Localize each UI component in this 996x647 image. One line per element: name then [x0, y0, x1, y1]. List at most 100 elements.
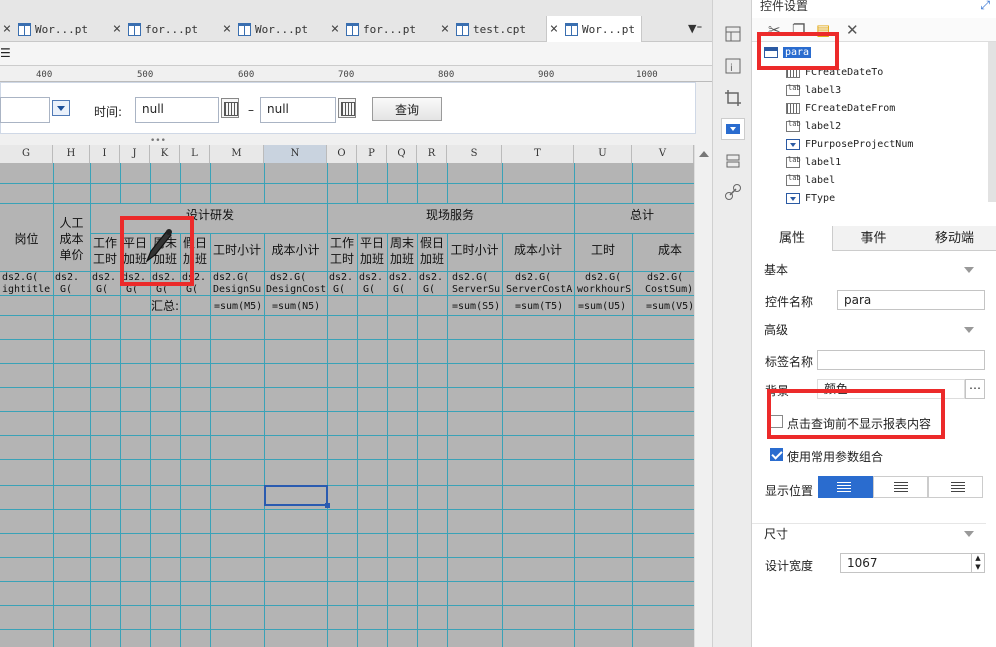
spinner-icon[interactable]: ▲ ▼ — [971, 553, 985, 573]
data-cell[interactable]: ds2.G( — [515, 272, 573, 283]
col-header[interactable]: V — [632, 145, 694, 163]
tab-label: for...pt — [363, 22, 416, 36]
tab-list-menu-icon[interactable]: ▼⁼ — [688, 22, 702, 35]
date-to-input[interactable]: null — [260, 97, 336, 123]
widget-name-field[interactable]: para — [837, 290, 985, 310]
tree-node[interactable]: label2 — [786, 118, 841, 135]
col-header[interactable]: O — [327, 145, 357, 163]
date-from-input[interactable]: null — [135, 97, 219, 123]
tag-name-field[interactable] — [817, 350, 985, 370]
tree-node[interactable]: FCreateDateFrom — [786, 100, 895, 117]
data-cell[interactable]: ds2.G( — [2, 272, 52, 283]
cell-element-icon[interactable]: i — [724, 57, 742, 75]
col-header[interactable]: K — [150, 145, 180, 163]
widget-settings-icon[interactable] — [721, 118, 745, 140]
close-icon[interactable]: × — [547, 21, 561, 37]
more-options-button[interactable]: ⋯ — [965, 379, 985, 399]
sum-cell[interactable]: =sum(T5) — [515, 301, 563, 312]
query-button[interactable]: 查询 — [372, 97, 442, 121]
collapse-arrow-icon — [964, 327, 974, 333]
col-header[interactable]: H — [53, 145, 90, 163]
align-center-button[interactable] — [873, 476, 928, 498]
ruler-mark: 800 — [438, 70, 455, 80]
tab-events[interactable]: 事件 — [833, 226, 914, 251]
header-labor-cost: 人工 成本 单价 — [59, 216, 84, 262]
type-combo-input[interactable] — [0, 97, 50, 123]
tree-node[interactable]: label — [786, 172, 835, 189]
data-cell[interactable]: ds2.G( — [213, 272, 263, 283]
tree-node[interactable]: label1 — [786, 154, 841, 171]
col-header[interactable]: P — [357, 145, 387, 163]
data-cell[interactable]: ds2. — [55, 272, 89, 283]
col-header[interactable]: M — [210, 145, 264, 163]
sum-cell[interactable]: =sum(V5) — [646, 301, 694, 312]
col-header[interactable]: L — [180, 145, 210, 163]
data-cell[interactable]: ds2. — [419, 272, 446, 283]
col-header[interactable]: J — [120, 145, 150, 163]
ruler-toggle-icon[interactable]: ☰ — [0, 46, 11, 60]
close-icon[interactable]: × — [0, 21, 14, 37]
data-cell[interactable]: ds2.G( — [270, 272, 326, 283]
scroll-up-icon[interactable] — [699, 151, 709, 157]
section-basic[interactable]: 基本 — [752, 260, 986, 280]
data-cell[interactable]: ds2. — [92, 272, 119, 283]
tab-3[interactable]: × for...pt — [328, 16, 416, 42]
condition-style-icon[interactable] — [724, 152, 742, 170]
col-header[interactable]: Q — [387, 145, 417, 163]
dropdown-arrow-icon[interactable] — [52, 100, 70, 116]
report-grid[interactable]: G H I J K L M N O P Q R S T U V 设计研发 现场服… — [0, 145, 694, 647]
data-cell[interactable]: ds2.G( — [647, 272, 694, 283]
col-header[interactable]: U — [574, 145, 632, 163]
cell-attribute-icon[interactable] — [724, 25, 742, 43]
close-icon[interactable]: × — [438, 21, 452, 37]
sum-cell[interactable]: =sum(U5) — [578, 301, 626, 312]
col-header[interactable]: I — [90, 145, 120, 163]
data-cell[interactable]: ds2. — [329, 272, 356, 283]
widget-settings-panel: 控件设置 ⤢ ✂ ❐ ▤ ✕ para FCreateDateTo label3… — [752, 0, 996, 647]
report-file-icon — [18, 22, 31, 36]
hyperlink-icon[interactable] — [724, 183, 742, 201]
align-right-button[interactable] — [928, 476, 983, 498]
col-header-selected[interactable]: N — [264, 145, 327, 163]
tab-4[interactable]: × test.cpt — [438, 16, 526, 42]
crop-icon[interactable] — [724, 89, 742, 107]
report-file-icon — [128, 22, 141, 36]
data-cell[interactable]: ds2. — [359, 272, 386, 283]
data-cell[interactable]: ds2.G( — [585, 272, 631, 283]
data-cell[interactable]: ds2. — [389, 272, 416, 283]
sum-cell[interactable]: =sum(M5) — [214, 301, 262, 312]
close-icon[interactable]: × — [110, 21, 124, 37]
vertical-scrollbar[interactable] — [694, 145, 712, 647]
tab-1[interactable]: × for...pt — [110, 16, 198, 42]
tree-node[interactable]: FPurposeProjectNum — [786, 136, 913, 153]
sum-cell[interactable]: =sum(S5) — [452, 301, 500, 312]
data-cell: G( — [363, 284, 376, 295]
col-header[interactable]: S — [447, 145, 502, 163]
selected-cell[interactable] — [264, 485, 330, 508]
design-width-field[interactable]: 1067 — [840, 553, 972, 573]
col-header[interactable]: G — [0, 145, 53, 163]
calendar-icon[interactable] — [338, 98, 356, 118]
data-cell[interactable]: ds2.G( — [452, 272, 501, 283]
section-advanced[interactable]: 高级 — [752, 320, 986, 340]
use-common-params-checkbox[interactable] — [770, 448, 783, 461]
pin-icon[interactable]: ⤢ — [980, 0, 990, 13]
tab-2[interactable]: × Wor...pt — [220, 16, 308, 42]
tree-scrollbar[interactable] — [988, 42, 996, 202]
data-cell: G( — [60, 284, 73, 295]
tab-5-active[interactable]: × Wor...pt — [546, 16, 642, 42]
delete-icon[interactable]: ✕ — [846, 21, 859, 39]
align-left-button[interactable] — [818, 476, 873, 498]
calendar-icon[interactable] — [221, 98, 239, 118]
tab-0[interactable]: × Wor...pt — [0, 16, 88, 42]
tab-mobile[interactable]: 移动端 — [914, 226, 995, 251]
tree-node[interactable]: label3 — [786, 82, 841, 99]
col-header[interactable]: R — [417, 145, 447, 163]
sum-cell[interactable]: =sum(N5) — [272, 301, 320, 312]
close-icon[interactable]: × — [328, 21, 342, 37]
col-header[interactable]: T — [502, 145, 574, 163]
section-size[interactable]: 尺寸 — [752, 523, 986, 543]
tree-node[interactable]: FType — [786, 190, 835, 207]
close-icon[interactable]: × — [220, 21, 234, 37]
tab-properties[interactable]: 属性 — [752, 226, 833, 251]
